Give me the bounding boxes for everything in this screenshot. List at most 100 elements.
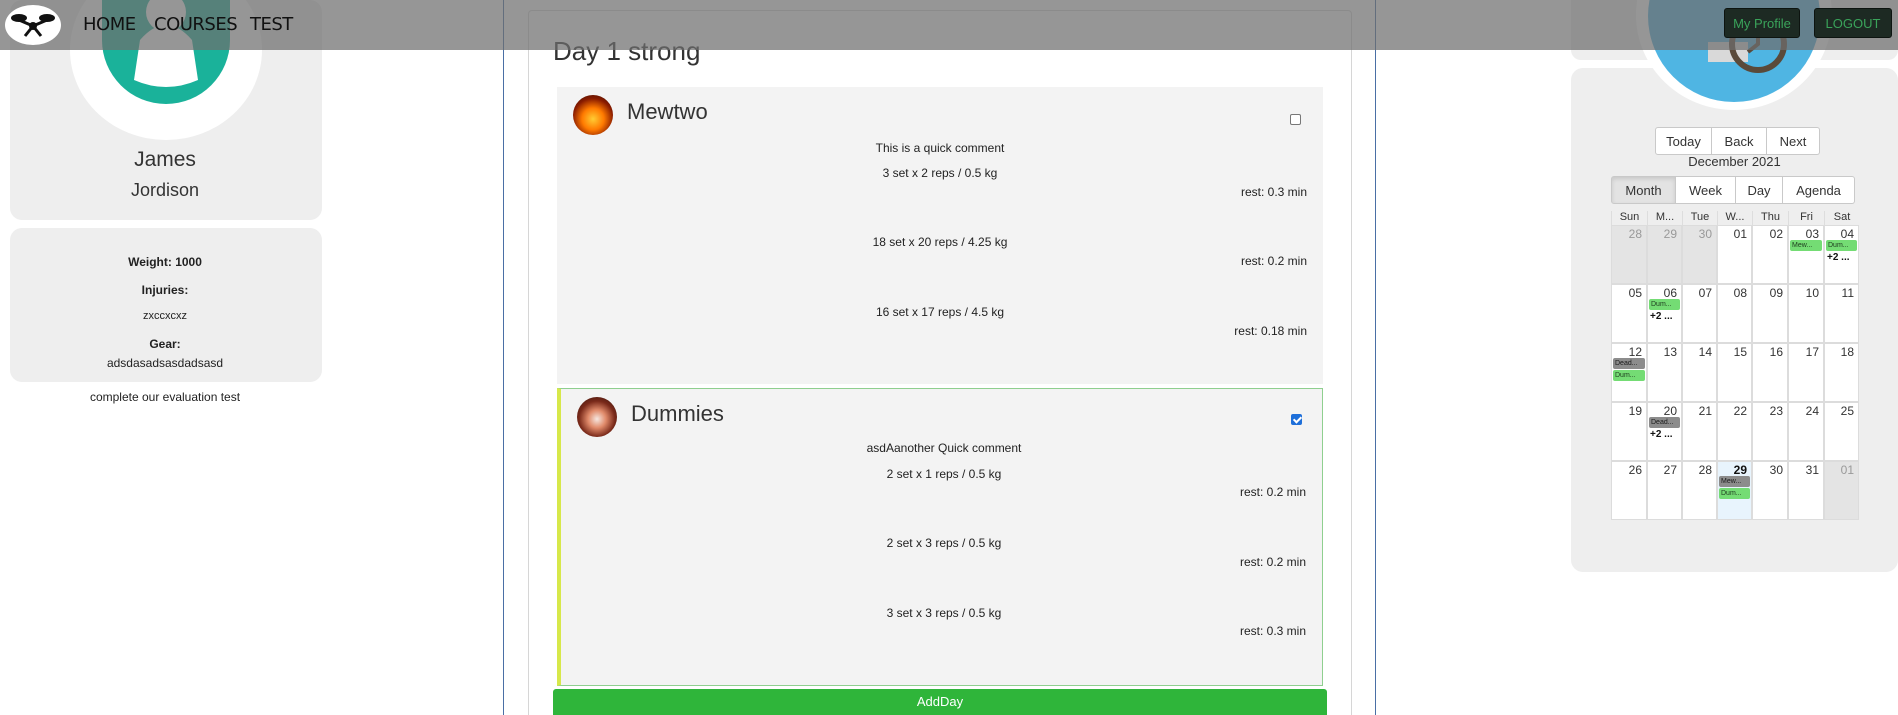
calendar-day-number: 15 <box>1733 345 1747 359</box>
calendar-day-cell[interactable]: 26 <box>1611 461 1647 520</box>
calendar-day-cell[interactable]: 28 <box>1611 225 1647 284</box>
nav-courses-link[interactable]: COURSES <box>154 14 238 35</box>
set-rest: rest: 0.2 min <box>1239 555 1306 569</box>
calendar-day-cell[interactable]: 30 <box>1752 461 1788 520</box>
calendar-day-cell[interactable]: 23 <box>1752 402 1788 461</box>
calendar-day-cell[interactable]: 29 Mew... Dum... <box>1717 461 1752 520</box>
calendar-day-number: 23 <box>1769 404 1783 418</box>
calendar-day-cell[interactable]: 28 <box>1682 461 1717 520</box>
profile-last-name: Jordison <box>130 180 200 200</box>
view-month-button[interactable]: Month <box>1611 176 1676 204</box>
exercise-name: Mewtwo <box>627 99 708 124</box>
calendar-day-cell[interactable]: 08 <box>1717 284 1752 343</box>
add-day-button[interactable]: AddDay <box>553 689 1327 715</box>
calendar-event[interactable]: Mew... <box>1719 476 1750 487</box>
exercise-comment: asdAanother Quick comment <box>866 441 1022 455</box>
calendar-more-events-link[interactable]: +2 ... <box>1650 311 1673 322</box>
view-week-button[interactable]: Week <box>1676 176 1736 204</box>
calendar-day-cell[interactable]: 19 <box>1611 402 1647 461</box>
calendar-day-number: 01 <box>1733 227 1747 241</box>
calendar-day-cell[interactable]: 11 <box>1824 284 1859 343</box>
calendar-day-number: 13 <box>1663 345 1677 359</box>
my-profile-button[interactable]: My Profile <box>1724 8 1800 38</box>
calendar-day-cell[interactable]: 31 <box>1788 461 1824 520</box>
calendar-event[interactable]: Mew... <box>1790 240 1822 251</box>
calendar-day-cell[interactable]: 09 <box>1752 284 1788 343</box>
logout-button[interactable]: LOGOUT <box>1814 8 1892 38</box>
calendar-event[interactable]: Dum... <box>1613 370 1645 381</box>
calendar-today-button[interactable]: Today <box>1655 127 1712 155</box>
calendar-day-cell[interactable]: 20 Dead... +2 ... <box>1647 402 1682 461</box>
view-day-button[interactable]: Day <box>1736 176 1783 204</box>
calendar-event[interactable]: Dum... <box>1719 488 1750 499</box>
calendar-day-cell[interactable]: 12 Dead... Dum... <box>1611 343 1647 402</box>
calendar-month-grid: Sun M... Tue W... Thu Fri Sat 28 29 30 01 02 03 Mew..… <box>1611 211 1859 520</box>
nav-test-link[interactable]: TEST <box>250 14 293 35</box>
calendar-event[interactable]: Dead... <box>1613 358 1645 369</box>
exercise-complete-checkbox[interactable] <box>1291 414 1302 425</box>
calendar-day-cell[interactable]: 16 <box>1752 343 1788 402</box>
exercise-complete-checkbox[interactable] <box>1290 114 1301 125</box>
exercise-name: Dummies <box>631 401 724 426</box>
calendar-day-cell[interactable]: 01 <box>1717 225 1752 284</box>
calendar-day-number: 12 <box>1628 345 1642 359</box>
calendar-day-cell[interactable]: 04 Dum... +2 ... <box>1824 225 1859 284</box>
calendar-day-number: 24 <box>1805 404 1819 418</box>
logo-drone-icon[interactable] <box>5 5 61 45</box>
calendar-day-number: 28 <box>1698 463 1712 477</box>
weekday-header: Sun <box>1611 211 1647 225</box>
calendar-day-number: 14 <box>1698 345 1712 359</box>
calendar-more-events-link[interactable]: +2 ... <box>1827 252 1850 263</box>
gear-value: adsdasadsasdadsasd <box>106 356 224 370</box>
view-agenda-button[interactable]: Agenda <box>1783 176 1855 204</box>
set-rest: rest: 0.2 min <box>1239 485 1306 499</box>
set-description: 3 set x 2 reps / 0.5 kg <box>882 166 998 180</box>
calendar-day-cell[interactable]: 24 <box>1788 402 1824 461</box>
calendar-day-cell[interactable]: 10 <box>1788 284 1824 343</box>
injuries-label: Injuries: <box>141 283 189 297</box>
calendar-day-number: 05 <box>1628 286 1642 300</box>
calendar-day-cell[interactable]: 21 <box>1682 402 1717 461</box>
weekday-header: Thu <box>1752 211 1788 225</box>
weekday-header: Tue <box>1682 211 1717 225</box>
calendar-event[interactable]: Dead... <box>1649 417 1680 428</box>
calendar-day-number: 28 <box>1628 227 1642 241</box>
calendar-day-cell[interactable]: 14 <box>1682 343 1717 402</box>
calendar-day-number: 20 <box>1663 404 1677 418</box>
calendar-day-cell[interactable]: 29 <box>1647 225 1682 284</box>
calendar-day-cell[interactable]: 06 Dum... +2 ... <box>1647 284 1682 343</box>
weekday-header: Fri <box>1788 211 1824 225</box>
calendar-back-button[interactable]: Back <box>1712 127 1767 155</box>
exercise-avatar-flame-icon <box>577 397 617 437</box>
weekday-header: M... <box>1647 211 1682 225</box>
calendar-day-cell[interactable]: 05 <box>1611 284 1647 343</box>
calendar-day-cell[interactable]: 22 <box>1717 402 1752 461</box>
calendar-day-cell[interactable]: 03 Mew... <box>1788 225 1824 284</box>
calendar-day-number: 04 <box>1840 227 1854 241</box>
calendar-day-cell[interactable]: 13 <box>1647 343 1682 402</box>
calendar-day-cell[interactable]: 15 <box>1717 343 1752 402</box>
weight-text: Weight: 1000 <box>128 255 202 269</box>
calendar-day-cell[interactable]: 30 <box>1682 225 1717 284</box>
calendar-event[interactable]: Dum... <box>1649 299 1680 310</box>
calendar-day-cell[interactable]: 07 <box>1682 284 1717 343</box>
calendar-day-number: 17 <box>1805 345 1819 359</box>
gear-label: Gear: <box>149 337 181 351</box>
calendar-day-cell[interactable]: 25 <box>1824 402 1859 461</box>
calendar-day-number: 10 <box>1805 286 1819 300</box>
calendar-day-cell[interactable]: 02 <box>1752 225 1788 284</box>
calendar-day-cell[interactable]: 01 <box>1824 461 1859 520</box>
calendar-day-number: 29 <box>1663 227 1677 241</box>
calendar-day-cell[interactable]: 18 <box>1824 343 1859 402</box>
calendar-more-events-link[interactable]: +2 ... <box>1650 429 1673 440</box>
evaluation-note[interactable]: complete our evaluation test <box>10 390 320 404</box>
weekday-header: Sat <box>1824 211 1859 225</box>
calendar-next-button[interactable]: Next <box>1767 127 1820 155</box>
nav-home-link[interactable]: HOME <box>83 14 136 35</box>
calendar-event[interactable]: Dum... <box>1826 240 1857 251</box>
calendar-day-number: 16 <box>1769 345 1783 359</box>
calendar-day-cell[interactable]: 27 <box>1647 461 1682 520</box>
calendar-day-cell[interactable]: 17 <box>1788 343 1824 402</box>
calendar-day-number: 19 <box>1628 404 1642 418</box>
exercise-avatar-fire-icon <box>573 95 613 135</box>
